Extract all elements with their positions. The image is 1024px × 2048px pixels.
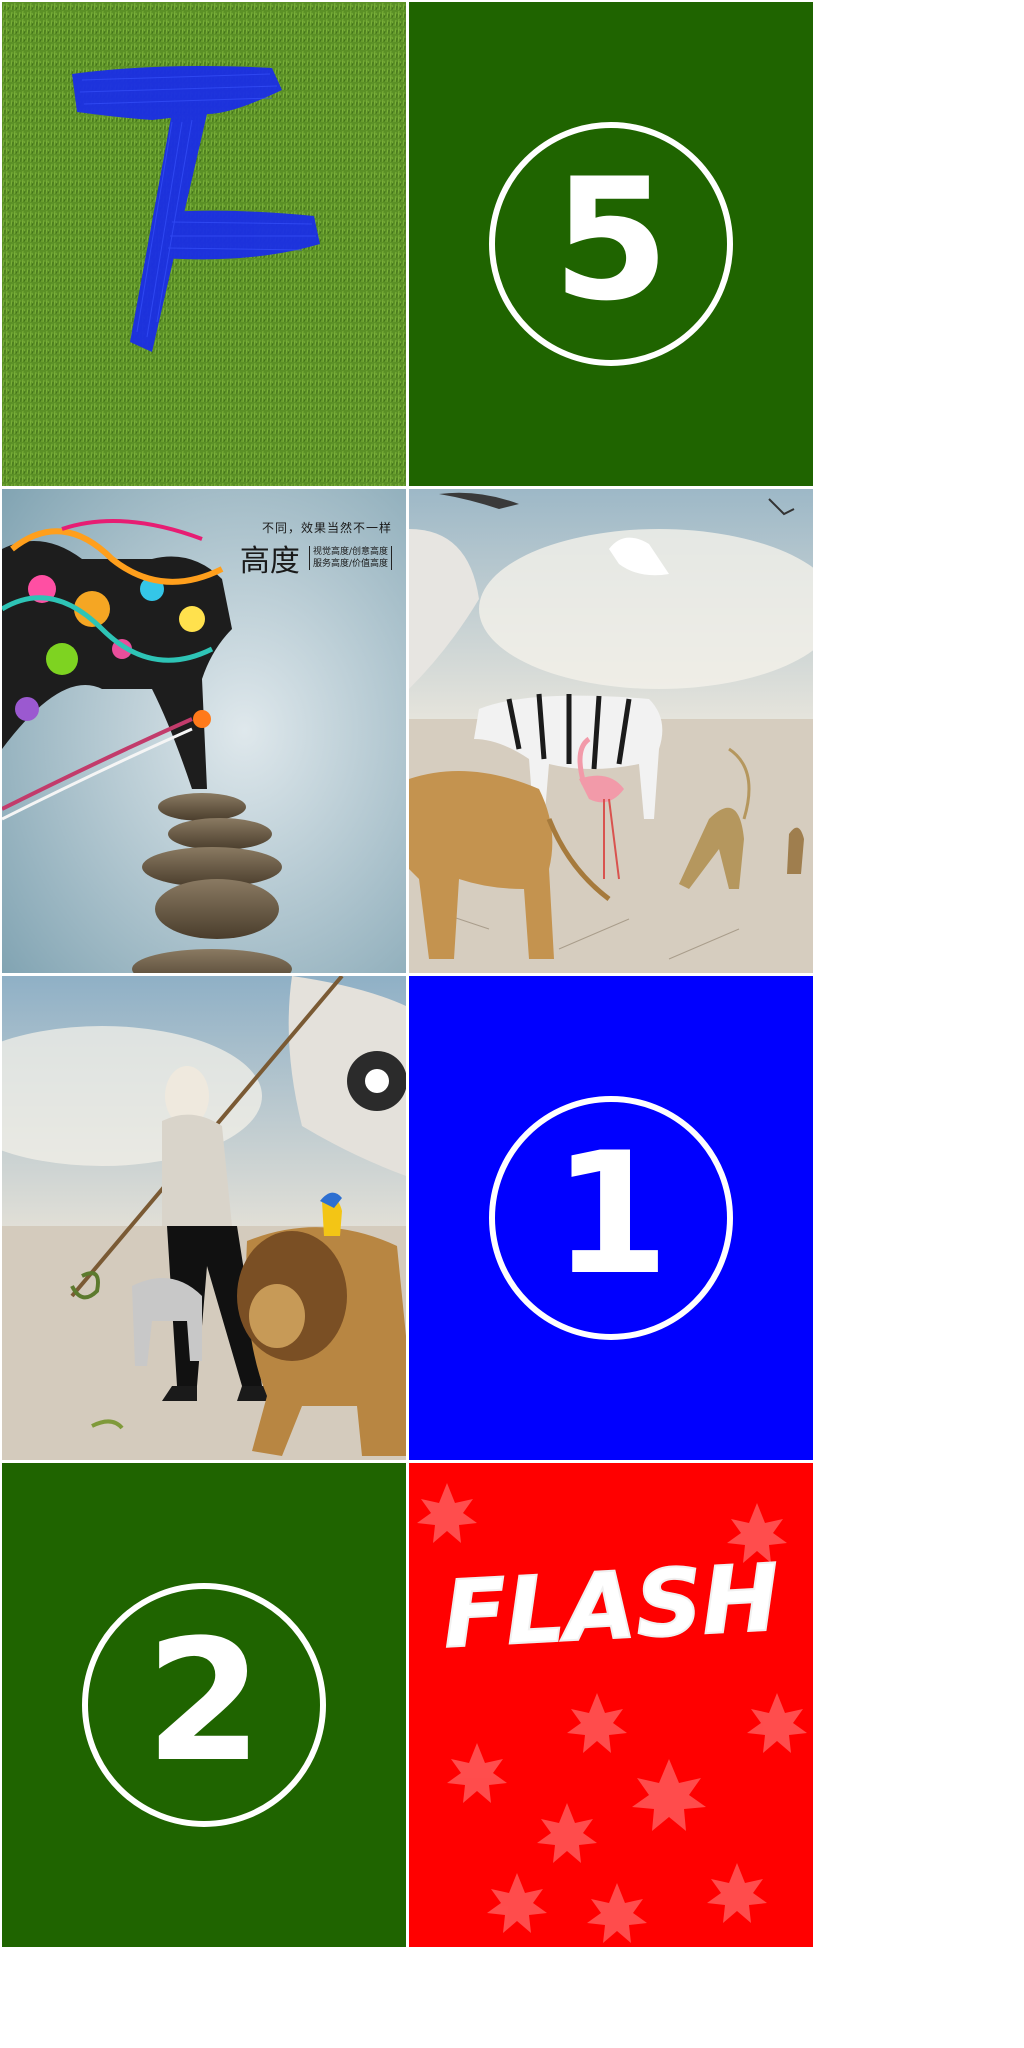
ad-sub-line2: 服务高度/价值高度 — [312, 559, 388, 569]
flash-image: FLASH — [409, 1463, 813, 1947]
number-label: 5 — [552, 142, 670, 338]
stones-ad-tile[interactable]: 不同，效果当然不一样 高度 视觉高度/创意高度 服务高度/价值高度 — [2, 489, 406, 973]
number-tile-5[interactable]: 5 — [409, 2, 813, 486]
ad-sub-line1: 视觉高度/创意高度 — [312, 547, 388, 557]
man-lion-image — [2, 976, 406, 1460]
number-tile-2[interactable]: 2 — [2, 1463, 406, 1947]
animals-desert-image — [409, 489, 813, 973]
ad-subtext: 视觉高度/创意高度 服务高度/价值高度 — [308, 546, 392, 570]
number-circle: 2 — [82, 1583, 326, 1827]
flash-tile[interactable]: FLASH — [409, 1463, 813, 1947]
number-tile-1[interactable]: 1 — [409, 976, 813, 1460]
man-lion-tile[interactable] — [2, 976, 406, 1460]
grass-letter-tile[interactable] — [2, 2, 406, 486]
flash-text: FLASH — [441, 1544, 782, 1668]
grass-letter-image — [2, 2, 406, 486]
ad-slogan-text: 不同，效果当然不一样 — [261, 521, 392, 535]
number-circle: 1 — [489, 1096, 733, 1340]
number-label: 2 — [145, 1603, 263, 1799]
ad-brand: 高度 — [239, 544, 300, 579]
animals-desert-tile[interactable] — [409, 489, 813, 973]
ad-slogan: 不同，效果当然不一样 高度 视觉高度/创意高度 服务高度/价值高度 — [240, 519, 392, 580]
number-circle: 5 — [489, 122, 733, 366]
number-label: 1 — [552, 1116, 670, 1312]
